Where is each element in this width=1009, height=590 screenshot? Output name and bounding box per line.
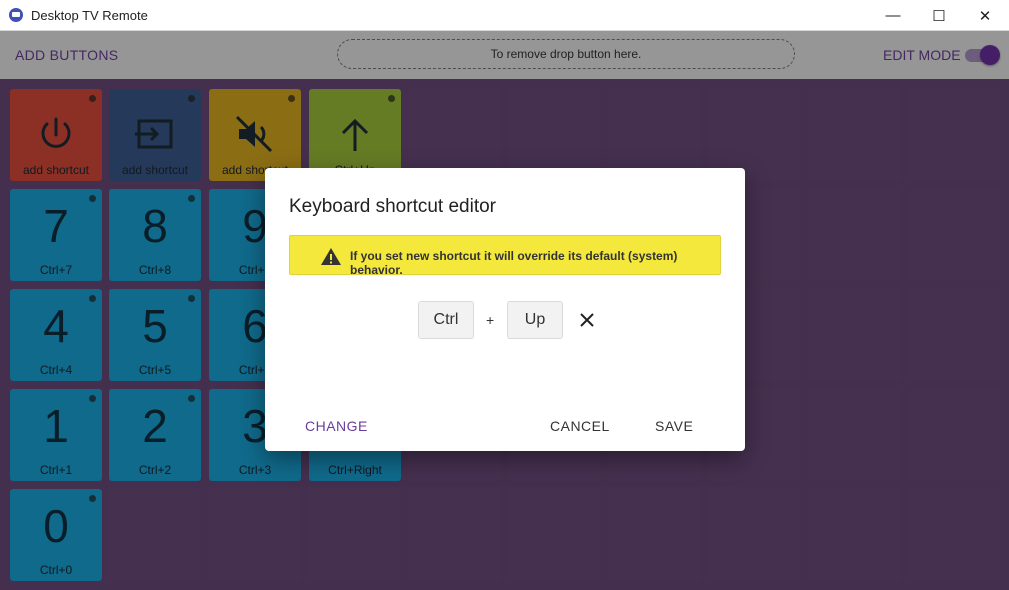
warning-banner: If you set new shortcut it will override… (289, 235, 721, 277)
warning-icon (321, 248, 341, 265)
maximize-button[interactable]: ☐ (916, 0, 962, 31)
plus-sign: + (486, 312, 495, 328)
app-tv-icon (9, 8, 23, 22)
key-ctrl[interactable]: Ctrl (418, 301, 474, 339)
dialog-title: Keyboard shortcut editor (289, 196, 497, 217)
change-button[interactable]: CHANGE (305, 418, 368, 434)
clear-shortcut-icon[interactable] (578, 311, 596, 329)
key-up[interactable]: Up (507, 301, 563, 339)
cancel-button[interactable]: CANCEL (550, 418, 610, 434)
save-button[interactable]: SAVE (655, 418, 693, 434)
close-button[interactable]: ✕ (962, 0, 1008, 31)
window-title: Desktop TV Remote (31, 8, 148, 23)
warning-text: If you set new shortcut it will override… (350, 249, 678, 277)
title-bar: Desktop TV Remote — ☐ ✕ (0, 0, 1009, 31)
minimize-button[interactable]: — (870, 0, 916, 31)
shortcut-editor-dialog: Keyboard shortcut editor If you set new … (265, 168, 745, 451)
